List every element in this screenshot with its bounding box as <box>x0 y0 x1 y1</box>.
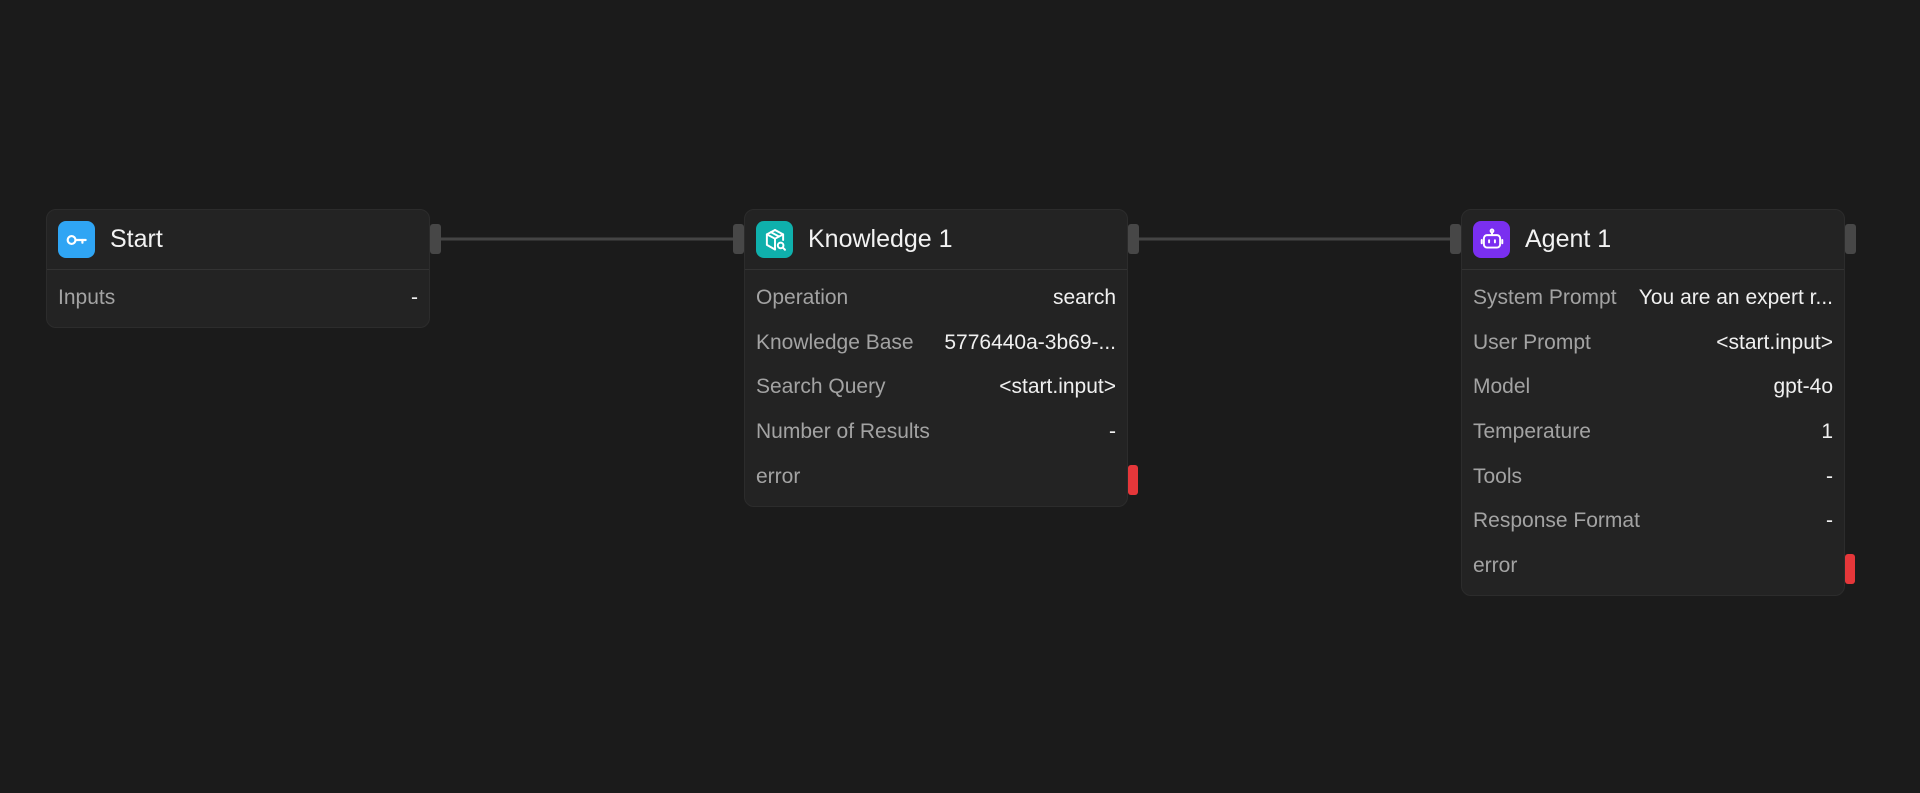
row-label: System Prompt <box>1473 286 1617 310</box>
node-start-row-inputs[interactable]: Inputs - <box>47 276 429 321</box>
row-value: gpt-4o <box>1773 375 1833 399</box>
row-value: 5776440a-3b69-... <box>944 330 1116 354</box>
row-value: - <box>1826 464 1833 488</box>
robot-icon <box>1473 221 1510 258</box>
row-label: Number of Results <box>756 420 930 444</box>
node-knowledge-row-error[interactable]: error <box>745 454 1127 499</box>
row-label: Temperature <box>1473 420 1591 444</box>
knowledge-output-handle[interactable] <box>1128 224 1139 254</box>
agent-input-handle[interactable] <box>1450 224 1461 254</box>
row-label: error <box>756 464 801 488</box>
node-agent-title: Agent 1 <box>1525 225 1612 253</box>
node-start-title: Start <box>110 225 163 253</box>
node-agent[interactable]: Agent 1 System Prompt You are an expert … <box>1461 209 1845 596</box>
row-label: Search Query <box>756 375 886 399</box>
node-knowledge[interactable]: Knowledge 1 Operation search Knowledge B… <box>744 209 1128 507</box>
row-value: search <box>1052 286 1116 310</box>
node-start[interactable]: Start Inputs - <box>46 209 430 328</box>
node-start-header[interactable]: Start <box>47 210 429 270</box>
key-icon <box>58 221 95 258</box>
node-knowledge-row-knowledge-base[interactable]: Knowledge Base 5776440a-3b69-... <box>745 321 1127 366</box>
row-label: Model <box>1473 375 1531 399</box>
node-agent-row-response-format[interactable]: Response Format - <box>1462 499 1844 544</box>
node-knowledge-row-search-query[interactable]: Search Query <start.input> <box>745 365 1127 410</box>
node-agent-row-error[interactable]: error <box>1462 544 1844 589</box>
node-agent-row-tools[interactable]: Tools - <box>1462 454 1844 499</box>
row-label: error <box>1473 553 1518 577</box>
node-agent-header[interactable]: Agent 1 <box>1462 210 1844 270</box>
node-agent-row-user-prompt[interactable]: User Prompt <start.input> <box>1462 321 1844 366</box>
knowledge-input-handle[interactable] <box>733 224 744 254</box>
row-value: <start.input> <box>999 375 1116 399</box>
row-value: <start.input> <box>1716 330 1833 354</box>
workflow-canvas[interactable]: Start Inputs - Knowledge 1 Operation sea… <box>0 0 1920 793</box>
row-value: - <box>1109 420 1116 444</box>
row-label: Knowledge Base <box>756 330 914 354</box>
row-value: - <box>1826 509 1833 533</box>
row-label: Operation <box>756 286 849 310</box>
node-knowledge-row-number-of-results[interactable]: Number of Results - <box>745 410 1127 455</box>
row-value: 1 <box>1821 420 1833 444</box>
row-value: - <box>411 286 418 310</box>
row-label: User Prompt <box>1473 330 1591 354</box>
row-label: Tools <box>1473 464 1523 488</box>
node-knowledge-header[interactable]: Knowledge 1 <box>745 210 1127 270</box>
knowledge-error-handle[interactable] <box>1128 465 1138 495</box>
node-knowledge-title: Knowledge 1 <box>808 225 953 253</box>
node-agent-row-system-prompt[interactable]: System Prompt You are an expert r... <box>1462 276 1844 321</box>
row-label: Inputs <box>58 286 116 310</box>
row-label: Response Format <box>1473 509 1640 533</box>
start-output-handle[interactable] <box>430 224 441 254</box>
node-agent-row-temperature[interactable]: Temperature 1 <box>1462 410 1844 455</box>
node-knowledge-row-operation[interactable]: Operation search <box>745 276 1127 321</box>
agent-output-handle[interactable] <box>1845 224 1856 254</box>
node-agent-row-model[interactable]: Model gpt-4o <box>1462 365 1844 410</box>
row-value: You are an expert r... <box>1638 286 1833 310</box>
agent-error-handle[interactable] <box>1845 554 1855 584</box>
package-search-icon <box>756 221 793 258</box>
